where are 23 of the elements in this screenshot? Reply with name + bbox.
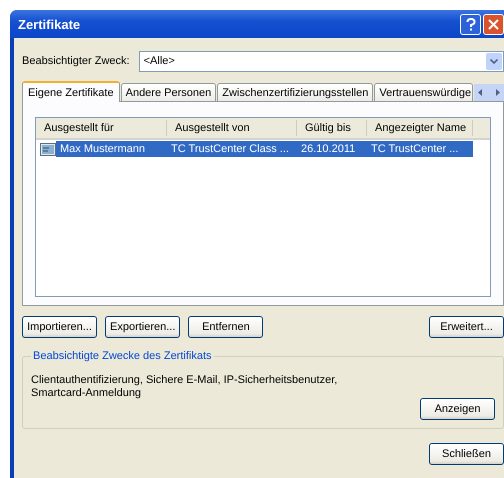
tab[interactable]: Vertrauenswürdige (374, 83, 473, 101)
table-cell: 26.10.2011 (297, 141, 367, 157)
advanced-button[interactable]: Erweitert... (429, 316, 504, 338)
purpose-label: Beabsichtigter Zweck: (22, 55, 130, 67)
action-button[interactable]: Exportieren... (105, 316, 180, 338)
table-cell: TC TrustCenter Class ... (167, 141, 297, 157)
column-header[interactable]: Angezeigter Name (367, 120, 473, 136)
tab[interactable]: Zwischenzertifizierungsstellen (217, 83, 374, 101)
column-header[interactable]: Ausgestellt für (36, 120, 167, 136)
purposes-text: Clientauthentifizierung, Sichere E-Mail, IP-Sicherheitsbenutzer, Smartcard-Anmeldung (31, 374, 338, 400)
table-cell: TC TrustCenter ... (367, 141, 473, 157)
group-title: Beabsichtigte Zwecke des Zertifikats (32, 350, 213, 362)
tab[interactable]: Andere Personen (120, 83, 216, 101)
column-header[interactable]: Gültig bis (297, 120, 367, 136)
table-cell: Max Mustermann (56, 141, 167, 157)
column-header[interactable]: Ausgestellt von (167, 120, 297, 136)
action-button[interactable]: Entfernen (188, 316, 264, 338)
close-dialog-button[interactable]: Schließen (429, 443, 504, 465)
view-button[interactable]: Anzeigen (420, 398, 495, 420)
purpose-dropdown[interactable]: <Alle> (138, 50, 504, 72)
tab[interactable]: Eigene Zertifikate (22, 81, 120, 102)
action-button[interactable]: Importieren... (22, 316, 97, 338)
window-title: Zertifikate (18, 16, 82, 32)
